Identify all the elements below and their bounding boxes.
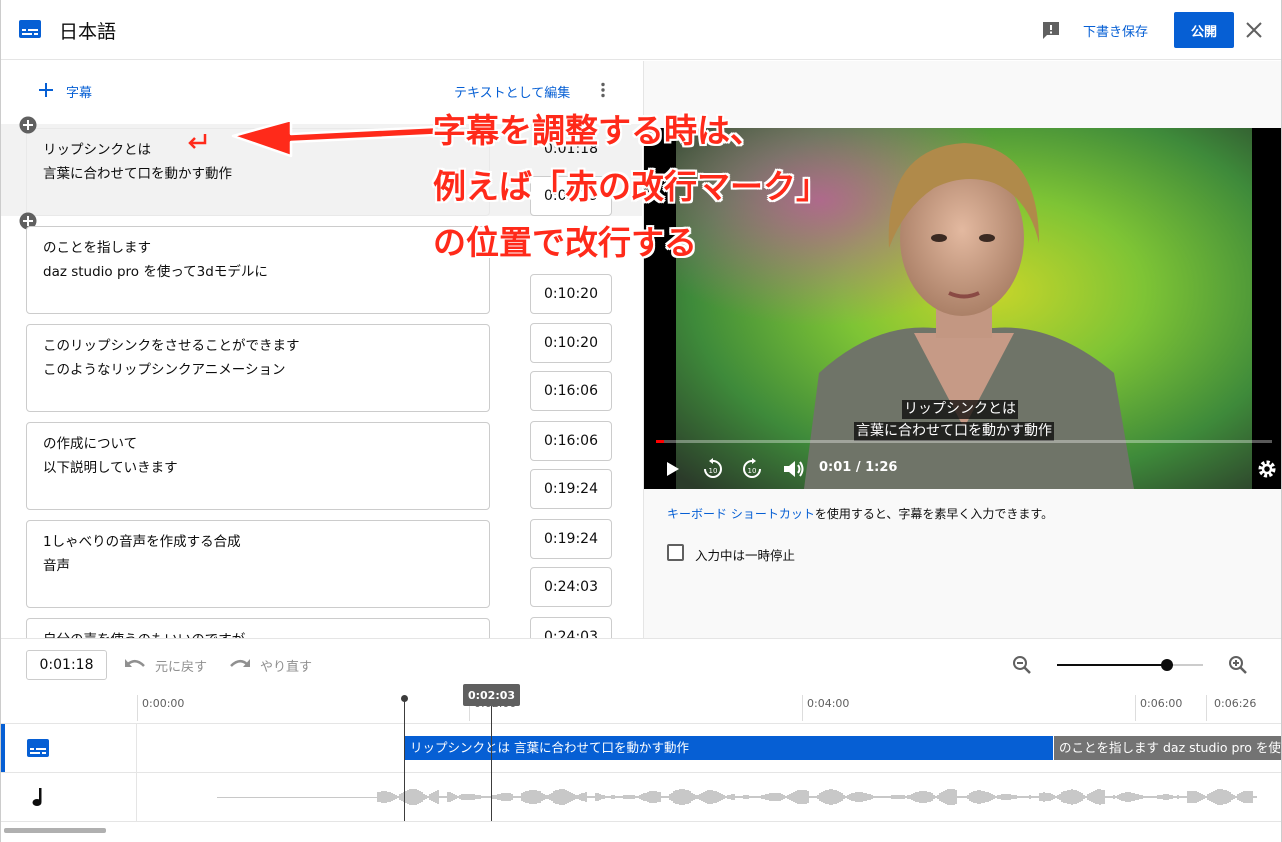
add-subtitle-button[interactable]: 字幕 bbox=[66, 82, 92, 101]
annotation-arrow bbox=[231, 118, 437, 158]
audio-waveform bbox=[137, 773, 1281, 821]
track-divider bbox=[1, 821, 1281, 822]
ruler-label: 0:06:00 bbox=[1140, 697, 1183, 710]
ruler-tick bbox=[1206, 695, 1207, 721]
keyboard-shortcuts-link[interactable]: キーボード ショートカット bbox=[667, 507, 815, 521]
playhead-knob[interactable] bbox=[401, 695, 408, 702]
video-progress-bar[interactable] bbox=[656, 440, 1272, 443]
save-draft-button[interactable]: 下書き保存 bbox=[1083, 21, 1148, 40]
annotation-line-3: の位置で改行する bbox=[433, 223, 697, 262]
ruler-label: 0:00:00 bbox=[142, 697, 185, 710]
forward-10-icon[interactable]: 10 bbox=[741, 458, 763, 480]
ruler-label: 0:06:26 bbox=[1214, 697, 1257, 710]
rewind-10-icon[interactable]: 10 bbox=[702, 458, 724, 480]
cue-end-3[interactable]: 0:16:06 bbox=[530, 371, 612, 411]
play-icon[interactable] bbox=[666, 461, 680, 477]
cue-end-2[interactable]: 0:10:20 bbox=[530, 274, 612, 314]
cue-start-3[interactable]: 0:10:20 bbox=[530, 323, 612, 363]
video-time: 0:01 / 1:26 bbox=[819, 460, 898, 475]
pause-while-typing-checkbox[interactable] bbox=[667, 544, 684, 561]
publish-button[interactable]: 公開 bbox=[1174, 12, 1234, 48]
subtitle-editor-dialog: 日本語 下書き保存 公開 字幕 テキストとして編集 リップシンクとは 言葉に合わ… bbox=[0, 0, 1282, 842]
ruler-label: 0:04:00 bbox=[807, 697, 850, 710]
video-progress-fill bbox=[656, 440, 664, 443]
cue-text-3[interactable]: このリップシンクをさせることができます このようなリップシンクアニメーション bbox=[26, 324, 490, 412]
zoom-slider-knob[interactable] bbox=[1160, 659, 1173, 671]
music-note-icon bbox=[32, 788, 42, 806]
waveform-bar bbox=[1255, 796, 1257, 798]
current-time-field[interactable]: 0:01:18 bbox=[26, 650, 107, 680]
redo-icon[interactable] bbox=[229, 657, 251, 671]
cue-start-6[interactable]: 0:24:03 bbox=[530, 617, 612, 638]
undo-icon[interactable] bbox=[124, 657, 146, 671]
ruler-tick bbox=[137, 695, 138, 721]
cue-text-2[interactable]: のことを指します daz studio pro を使って3dモデルに bbox=[26, 226, 490, 314]
ruler-tick bbox=[802, 695, 803, 721]
ruler-tick bbox=[1135, 695, 1136, 721]
cue-end-4[interactable]: 0:19:24 bbox=[530, 469, 612, 509]
zoom-slider-fill bbox=[1057, 664, 1167, 666]
playhead-line[interactable] bbox=[404, 701, 405, 821]
hover-line bbox=[491, 706, 492, 821]
zoom-slider[interactable] bbox=[1057, 659, 1203, 671]
edit-as-text-button[interactable]: テキストとして編集 bbox=[454, 82, 570, 101]
cue-text-5[interactable]: 1しゃべりの音声を作成する合成 音声 bbox=[26, 520, 490, 608]
feedback-icon[interactable] bbox=[1041, 21, 1061, 41]
timeline-cue-2[interactable]: のことを指します daz studio pro を使って bbox=[1054, 736, 1281, 760]
track-divider bbox=[1, 723, 1281, 724]
timeline-scrollbar[interactable] bbox=[4, 828, 106, 833]
hover-time-tooltip: 0:02:03 bbox=[463, 684, 520, 706]
insert-cue-icon[interactable] bbox=[19, 116, 37, 134]
subtitles-track-icon bbox=[27, 739, 49, 757]
zoom-in-icon[interactable] bbox=[1228, 655, 1248, 675]
svg-text:10: 10 bbox=[709, 467, 718, 475]
redo-button[interactable]: やり直す bbox=[260, 656, 312, 675]
volume-icon[interactable] bbox=[783, 459, 805, 479]
cue-start-4[interactable]: 0:16:06 bbox=[530, 421, 612, 461]
dialog-header: 日本語 下書き保存 公開 bbox=[1, 0, 1281, 60]
language-title: 日本語 bbox=[59, 21, 117, 43]
undo-button[interactable]: 元に戻す bbox=[155, 656, 207, 675]
close-icon[interactable] bbox=[1246, 22, 1262, 38]
svg-text:10: 10 bbox=[748, 467, 757, 475]
annotation-line-2: 例えば「赤の改行マーク」 bbox=[433, 167, 829, 206]
shortcut-hint: キーボード ショートカットを使用すると、字幕を素早く入力できます。 bbox=[667, 507, 1054, 521]
plus-icon[interactable] bbox=[38, 82, 54, 98]
annotation-line-1: 字幕を調整する時は、 bbox=[433, 111, 763, 150]
timeline-cue-1[interactable]: リップシンクとは 言葉に合わせて口を動かす動作 bbox=[405, 736, 1053, 760]
cue-text-4[interactable]: の作成について 以下説明していきます bbox=[26, 422, 490, 510]
zoom-out-icon[interactable] bbox=[1012, 655, 1032, 675]
video-caption-line-1: リップシンクとは bbox=[902, 400, 1018, 419]
more-vert-icon[interactable] bbox=[599, 82, 607, 98]
red-linebreak-mark-icon bbox=[188, 134, 207, 149]
cue-end-5[interactable]: 0:24:03 bbox=[530, 567, 612, 607]
timeline-panel: 0:01:18 元に戻す やり直す 0:00:00 0:02:00 0:04:0… bbox=[1, 638, 1281, 842]
pause-while-typing-label: 入力中は一時停止 bbox=[695, 548, 796, 563]
cue-text-6[interactable]: 自分の声を使うのもいいのですが bbox=[26, 618, 490, 638]
track-selected-indicator bbox=[1, 724, 5, 772]
cue-start-5[interactable]: 0:19:24 bbox=[530, 519, 612, 559]
settings-gear-icon[interactable] bbox=[1257, 459, 1277, 479]
subtitles-icon bbox=[19, 20, 41, 38]
video-caption-line-2: 言葉に合わせて口を動かす動作 bbox=[854, 422, 1054, 441]
